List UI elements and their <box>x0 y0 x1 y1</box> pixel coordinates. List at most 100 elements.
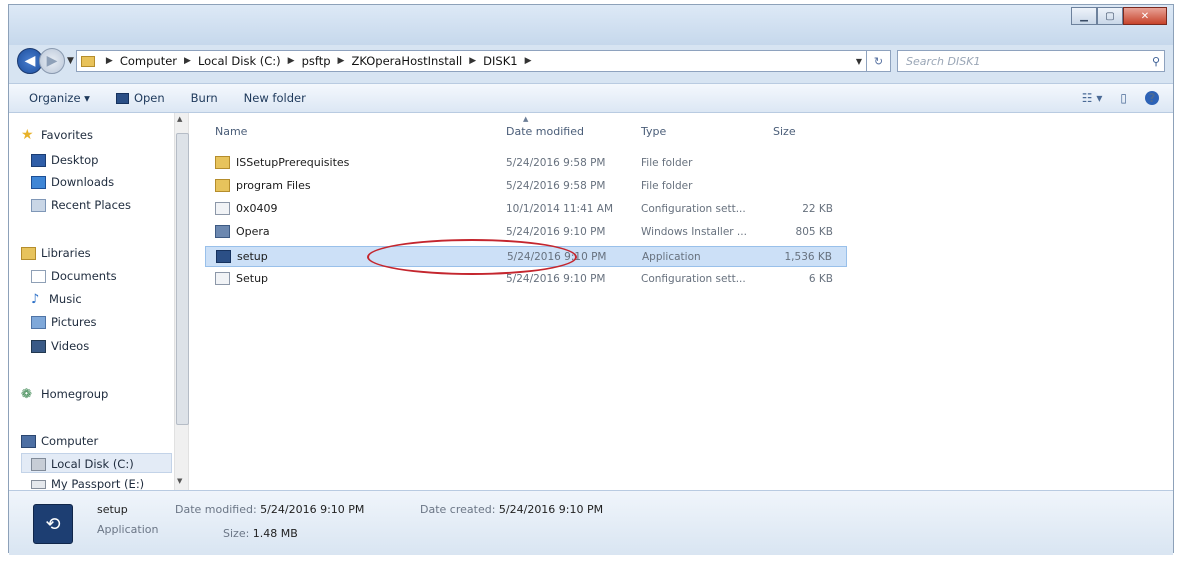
burn-label: Burn <box>190 91 218 105</box>
sidebar-item-label: Libraries <box>41 246 91 260</box>
sidebar-item-label: My Passport (E:) <box>51 477 145 491</box>
preview-pane-icon[interactable]: ▯ <box>1120 91 1127 105</box>
scrollbar-thumb[interactable] <box>176 133 189 425</box>
chevron-right-icon[interactable]: ▶ <box>469 56 476 66</box>
help-icon[interactable]: ? <box>1145 91 1159 105</box>
column-header-type[interactable]: Type <box>641 125 666 138</box>
chevron-down-icon[interactable]: ▼ <box>856 57 862 66</box>
sidebar-item-pictures[interactable]: Pictures <box>31 315 97 329</box>
open-button[interactable]: Open <box>115 91 165 105</box>
forward-button[interactable]: ▶ <box>39 48 65 74</box>
breadcrumb-computer[interactable]: Computer <box>120 54 177 68</box>
file-type: File folder <box>641 180 693 192</box>
file-name: Setup <box>236 272 269 285</box>
sidebar-item-favorites[interactable]: ★ Favorites <box>21 128 93 143</box>
breadcrumb-disk1[interactable]: DISK1 <box>483 54 517 68</box>
red-highlight-circle <box>367 239 577 275</box>
close-button[interactable]: ✕ <box>1123 7 1167 25</box>
change-view-icon[interactable]: ☷ ▾ <box>1082 91 1103 105</box>
file-name: ISSetupPrerequisites <box>236 156 350 169</box>
application-icon <box>115 92 129 104</box>
sidebar-item-homegroup[interactable]: ❁ Homegroup <box>21 387 108 401</box>
sidebar-item-my-passport[interactable]: My Passport (E:) <box>31 477 144 491</box>
recent-pages-dropdown-icon[interactable]: ▼ <box>67 56 74 66</box>
command-bar: Organize ▾ Open Burn New folder ☷ ▾ ▯ ? <box>9 83 1173 113</box>
details-created-value: 5/24/2016 9:10 PM <box>498 503 604 516</box>
file-row[interactable]: 0x0409 10/1/2014 11:41 AM Configuration … <box>205 199 847 220</box>
installer-icon <box>215 225 230 238</box>
sidebar-item-label: Recent Places <box>51 198 131 212</box>
file-row[interactable]: Opera 5/24/2016 9:10 PM Windows Installe… <box>205 222 847 243</box>
sidebar-item-recent-places[interactable]: Recent Places <box>31 198 131 212</box>
computer-icon <box>21 434 36 448</box>
scroll-up-icon[interactable]: ▲ <box>177 115 182 123</box>
file-name-cell: Opera <box>215 225 270 238</box>
file-name: program Files <box>236 179 311 192</box>
view-controls: ☷ ▾ ▯ ? <box>1064 91 1159 105</box>
chevron-right-icon[interactable]: ▶ <box>184 56 191 66</box>
sidebar-item-computer[interactable]: Computer <box>21 434 98 448</box>
folder-icon <box>215 156 230 169</box>
window-controls: ▁ ▢ ✕ <box>1071 7 1167 25</box>
refresh-button[interactable]: ↻ <box>867 50 891 72</box>
documents-icon <box>31 269 46 283</box>
search-input[interactable]: Search DISK1 ⚲ <box>897 50 1165 72</box>
address-bar[interactable]: ▶ Computer ▶ Local Disk (C:) ▶ psftp ▶ Z… <box>75 50 867 72</box>
file-row[interactable]: program Files 5/24/2016 9:58 PM File fol… <box>205 176 847 197</box>
open-label: Open <box>133 91 165 105</box>
sidebar-item-label: Computer <box>41 434 99 448</box>
column-header-name[interactable]: Name <box>215 125 247 138</box>
chevron-right-icon[interactable]: ▶ <box>106 56 113 66</box>
file-type: Configuration sett... <box>641 203 746 215</box>
sidebar-item-desktop[interactable]: Desktop <box>31 153 98 167</box>
burn-button[interactable]: Burn <box>191 91 218 105</box>
homegroup-icon: ❁ <box>21 386 32 402</box>
chevron-right-icon[interactable]: ▶ <box>525 56 532 66</box>
sidebar-item-label: Documents <box>51 269 117 283</box>
sidebar-item-music[interactable]: ♪ Music <box>31 292 82 306</box>
maximize-button[interactable]: ▢ <box>1097 7 1123 25</box>
file-date: 10/1/2014 11:41 AM <box>506 203 614 215</box>
details-created: Date created: 5/24/2016 9:10 PM <box>420 503 603 516</box>
file-name-cell: 0x0409 <box>215 202 278 215</box>
sidebar-item-local-disk[interactable]: Local Disk (C:) <box>31 457 134 471</box>
libraries-icon <box>21 246 36 260</box>
breadcrumb-zkopera[interactable]: ZKOperaHostInstall <box>351 54 462 68</box>
minimize-button[interactable]: ▁ <box>1071 7 1097 25</box>
sidebar-item-libraries[interactable]: Libraries <box>21 246 91 260</box>
application-icon: ⟲ <box>33 504 73 544</box>
sidebar-item-label: Pictures <box>51 315 97 329</box>
file-date: 5/24/2016 9:10 PM <box>506 273 606 285</box>
chevron-right-icon[interactable]: ▶ <box>338 56 345 66</box>
navigation-pane: ★ Favorites Desktop Downloads Recent Pla… <box>9 113 174 491</box>
column-header-size[interactable]: Size <box>773 125 796 138</box>
sidebar-item-downloads[interactable]: Downloads <box>31 175 114 189</box>
sidebar-item-documents[interactable]: Documents <box>31 269 117 283</box>
breadcrumb-psftp[interactable]: psftp <box>302 54 331 68</box>
sidebar-item-label: Downloads <box>51 175 115 189</box>
main-area: ★ Favorites Desktop Downloads Recent Pla… <box>9 113 1173 491</box>
file-type: Windows Installer ... <box>641 226 747 238</box>
music-icon: ♪ <box>31 291 40 307</box>
sidebar-item-videos[interactable]: Videos <box>31 339 89 353</box>
search-placeholder: Search DISK1 <box>906 54 981 68</box>
column-header-date[interactable]: Date modified <box>506 125 584 138</box>
new-folder-label: New folder <box>243 91 306 105</box>
file-row[interactable]: ISSetupPrerequisites 5/24/2016 9:58 PM F… <box>205 153 847 174</box>
scroll-down-icon[interactable]: ▼ <box>177 477 182 485</box>
chevron-right-icon[interactable]: ▶ <box>288 56 295 66</box>
videos-icon <box>31 339 46 353</box>
downloads-icon <box>31 175 46 189</box>
breadcrumb-local-disk[interactable]: Local Disk (C:) <box>198 54 281 68</box>
search-icon[interactable]: ⚲ <box>1152 55 1160 68</box>
file-name: Opera <box>236 225 270 238</box>
sidebar-item-label: Videos <box>51 339 90 353</box>
navigation-pane-scrollbar[interactable]: ▲ ▼ <box>174 113 189 490</box>
file-type: File folder <box>641 157 693 169</box>
file-name: setup <box>237 250 268 263</box>
new-folder-button[interactable]: New folder <box>244 91 306 105</box>
sidebar-item-label: Favorites <box>41 128 93 142</box>
organize-button[interactable]: Organize ▾ <box>29 91 90 105</box>
file-name: 0x0409 <box>236 202 278 215</box>
details-file-name: setup <box>97 503 128 516</box>
